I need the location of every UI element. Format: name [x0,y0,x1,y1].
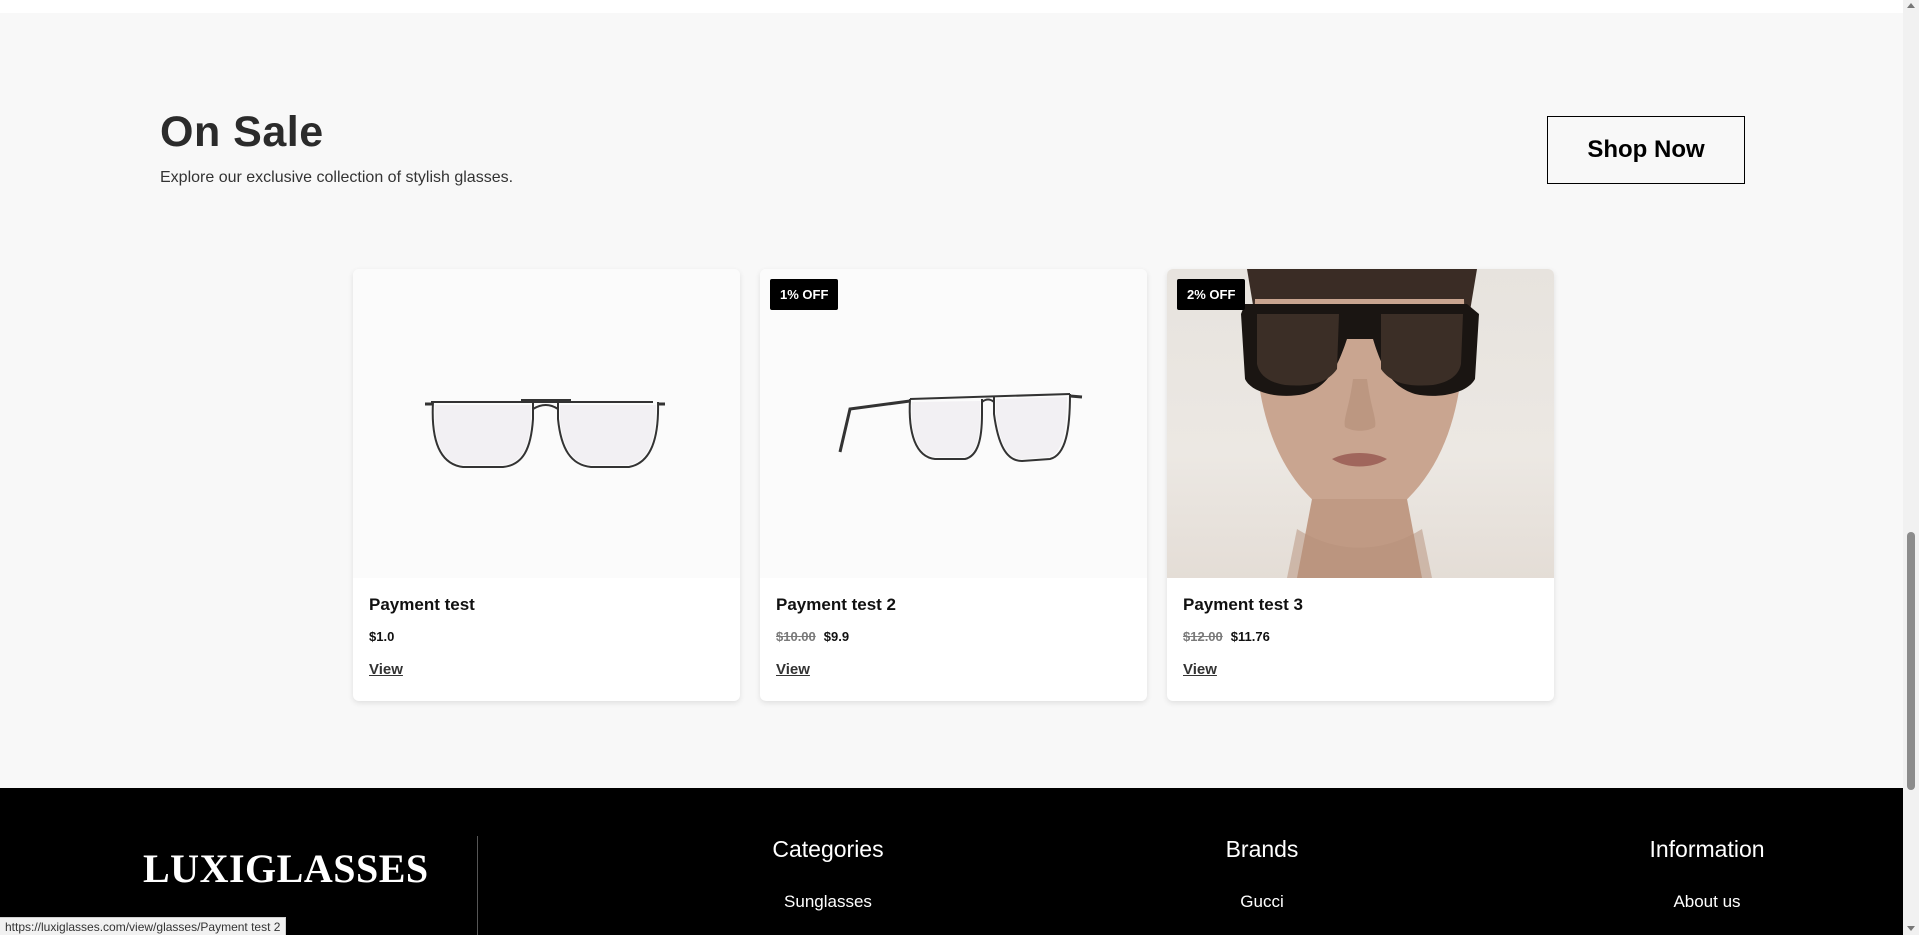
product-grid: Payment test $1.0 View 1% OFF Payment te… [353,269,1554,701]
original-price: $10.00 [776,629,816,644]
browser-status-bar-url: https://luxiglasses.com/view/glasses/Pay… [0,917,287,935]
model-wearing-black-sunglasses-image [1241,269,1479,578]
scrollbar-thumb[interactable] [1907,532,1915,790]
footer-column-title: Brands [1225,836,1299,862]
on-sale-section: On Sale Explore our exclusive collection… [0,13,1903,788]
page-scrollbar[interactable] [1903,0,1919,935]
product-name: Payment test [369,595,475,614]
section-title: On Sale [160,108,324,156]
header-bottom-edge [0,0,1903,13]
footer-logo[interactable]: LUXIGLASSES [143,845,429,892]
aviator-eyeglasses-front-image [425,399,665,468]
product-name: Payment test 3 [1183,595,1303,614]
original-price: $12.00 [1183,629,1223,644]
product-card[interactable]: Payment test $1.0 View [353,269,740,701]
current-price: $9.9 [823,629,850,644]
product-price-row: $12.00 $11.76 [1183,629,1538,644]
current-price: $11.76 [1230,629,1270,644]
footer-column-information: Information About us [1640,836,1774,912]
scroll-down-arrow-icon[interactable] [1907,926,1915,931]
shop-now-button[interactable]: Shop Now [1547,116,1745,184]
aviator-eyeglasses-angled-image [838,393,1083,463]
product-price-row: $10.00 $9.9 [776,629,1131,644]
site-footer: LUXIGLASSES Categories Sunglasses Brands… [0,788,1903,935]
product-image[interactable] [353,269,740,578]
product-name: Payment test 2 [776,595,896,614]
footer-link-gucci[interactable]: Gucci [1213,892,1311,912]
current-price: $1.0 [369,629,395,644]
footer-link-about-us[interactable]: About us [1640,892,1774,912]
product-card[interactable]: 2% OFF Payment test 3 $12.00 $11.76 View [1167,269,1554,701]
scroll-up-arrow-icon[interactable] [1907,3,1915,8]
footer-column-categories: Categories Sunglasses [769,836,887,912]
product-image[interactable]: 1% OFF [760,269,1147,578]
product-price-row: $1.0 [369,629,724,644]
discount-badge: 2% OFF [1177,279,1246,310]
product-image[interactable]: 2% OFF [1167,269,1554,578]
discount-badge: 1% OFF [770,279,839,310]
view-product-link[interactable]: View [776,661,810,678]
footer-link-sunglasses[interactable]: Sunglasses [769,892,887,912]
footer-column-title: Information [1649,836,1765,862]
view-product-link[interactable]: View [1183,661,1217,678]
section-subtitle: Explore our exclusive collection of styl… [160,169,514,186]
footer-column-title: Categories [772,836,884,862]
footer-divider [477,836,478,935]
footer-column-brands: Brands Gucci [1213,836,1311,912]
product-card[interactable]: 1% OFF Payment test 2 $10.00 $9.9 View [760,269,1147,701]
view-product-link[interactable]: View [369,661,403,678]
